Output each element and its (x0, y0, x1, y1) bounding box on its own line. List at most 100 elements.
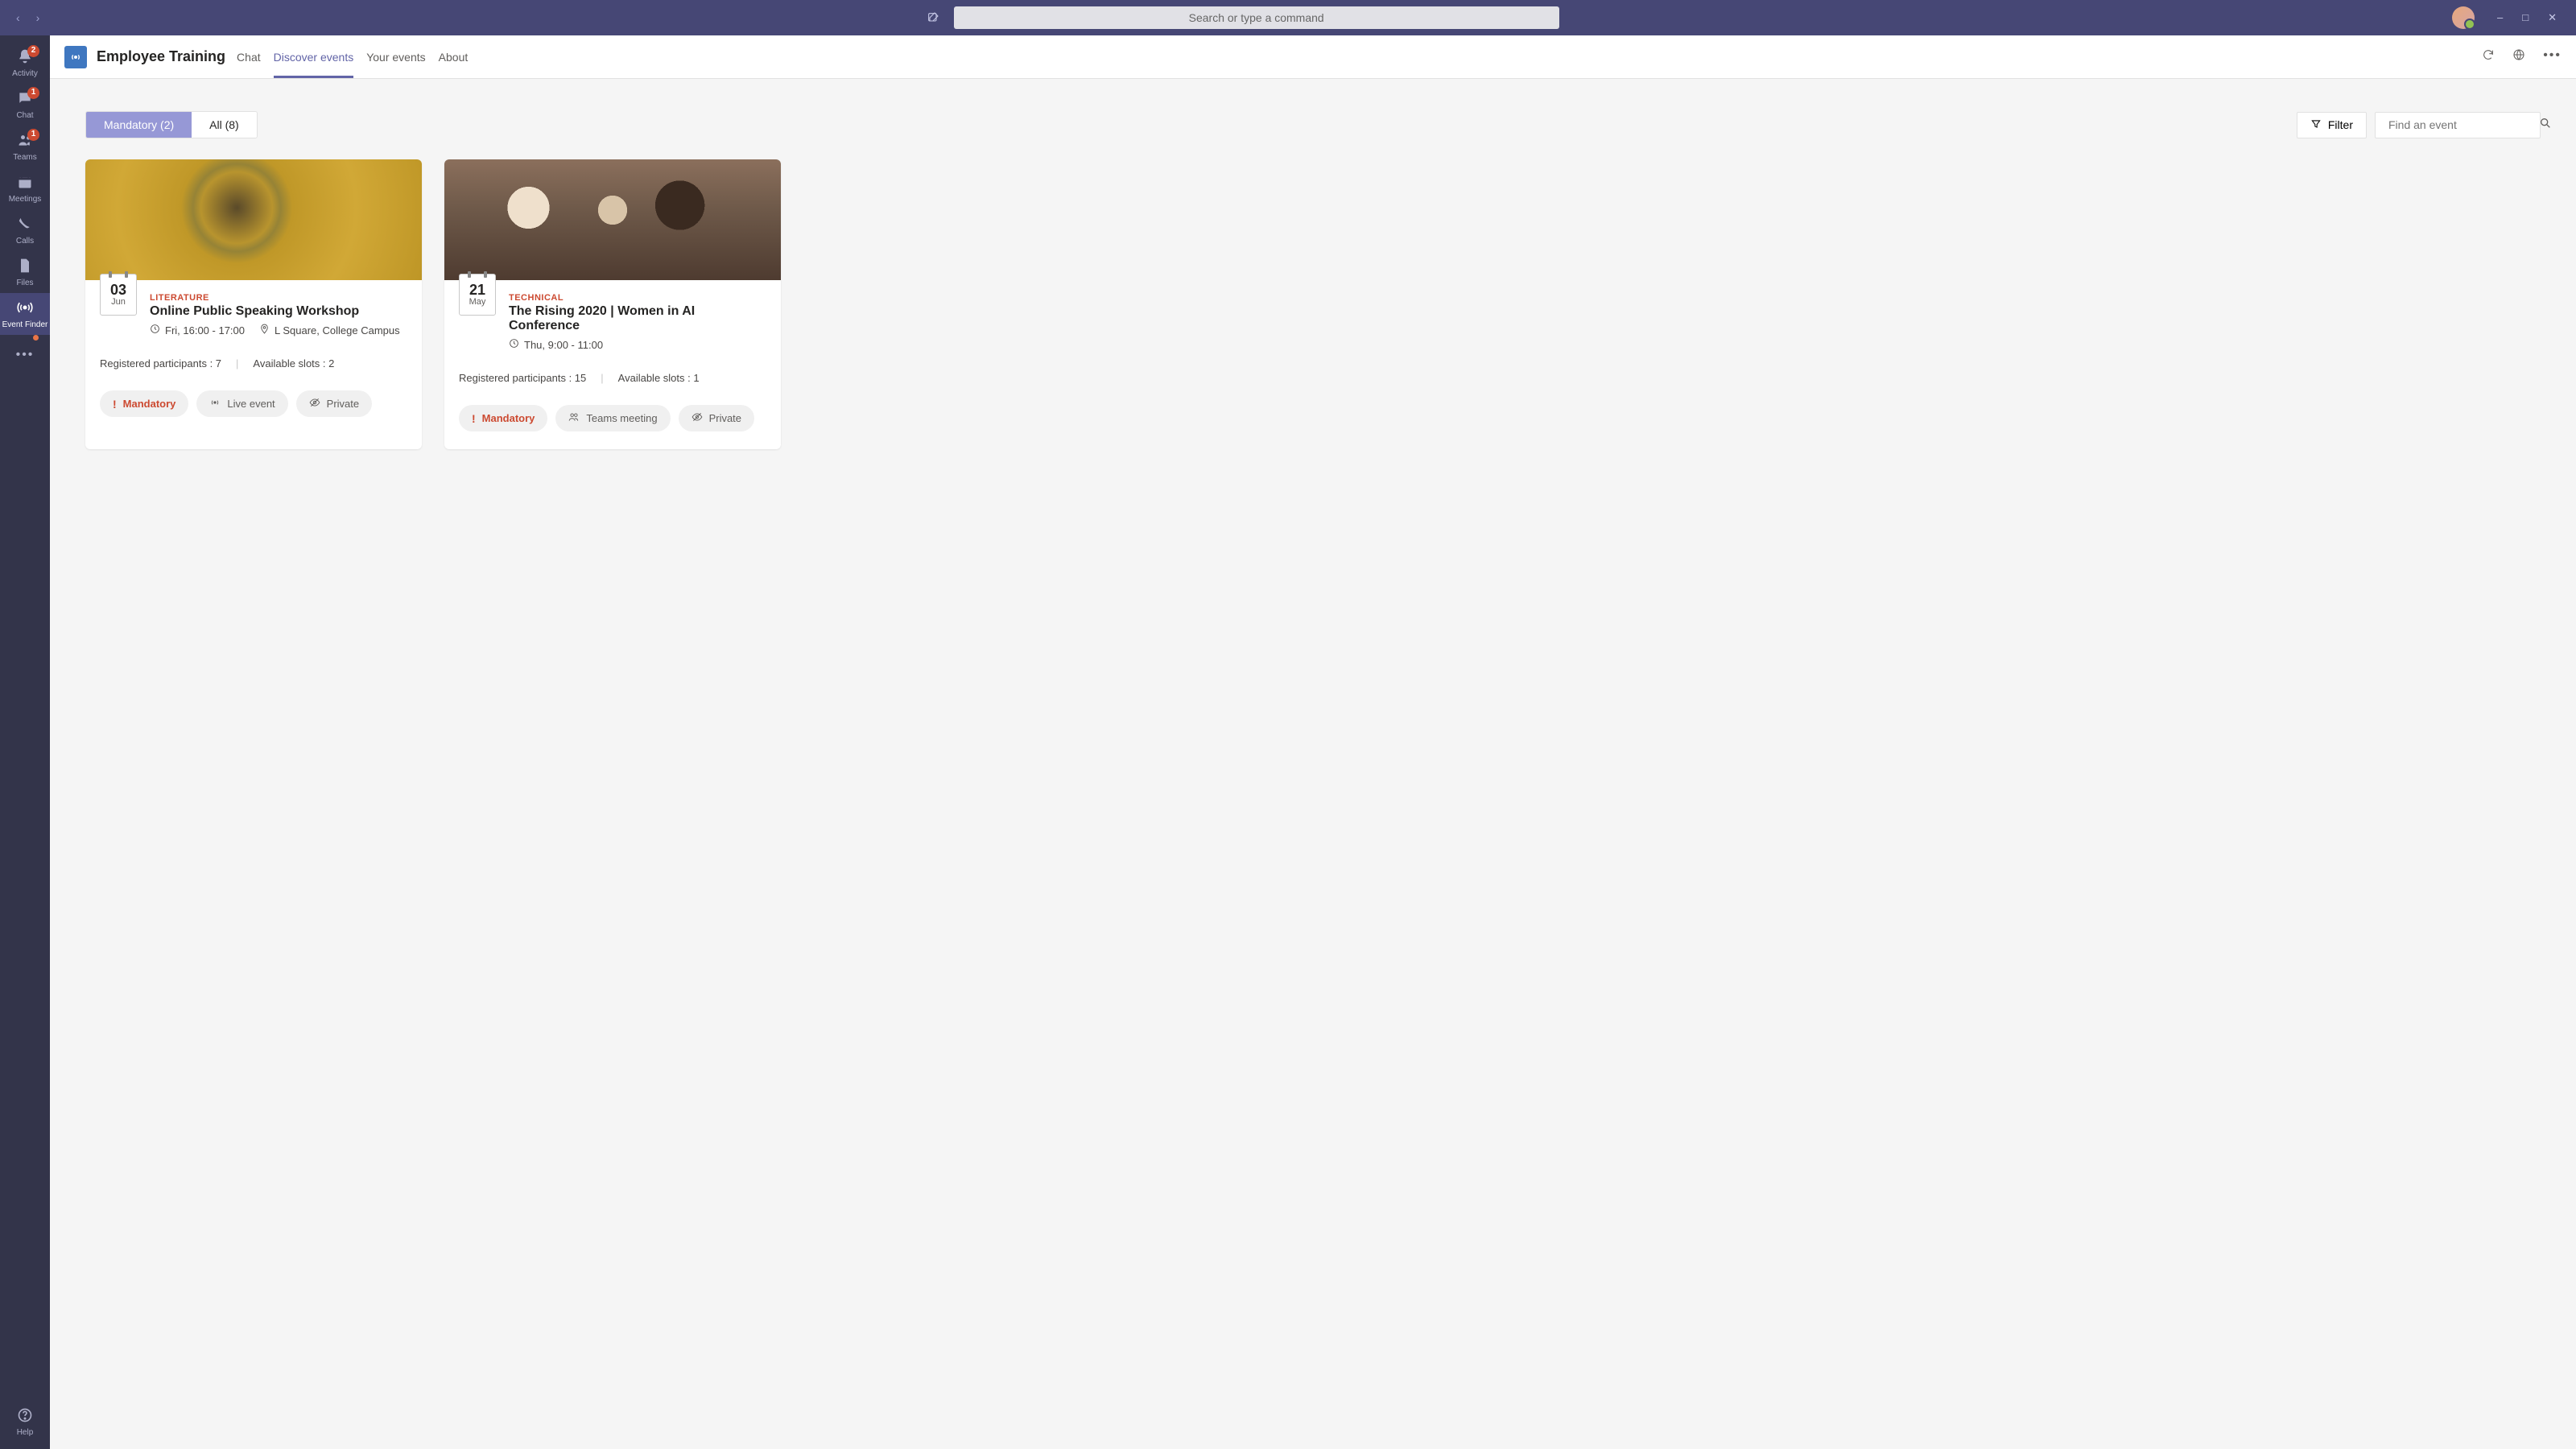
search-icon (2539, 117, 2552, 134)
event-title: The Rising 2020 | Women in AI Conference (509, 304, 766, 333)
app-icon (64, 46, 87, 68)
event-meta: Thu, 9:00 - 11:00 (509, 338, 766, 351)
exclamation-icon: ! (472, 412, 476, 425)
rail-teams[interactable]: 1 Teams (0, 126, 50, 167)
registered-count: Registered participants : 15 (459, 372, 586, 384)
rail-more[interactable]: ••• (0, 335, 50, 377)
titlebar: ‹ › Search or type a command – □ ✕ (0, 0, 2576, 35)
broadcast-icon (209, 397, 221, 411)
date-badge: 03 Jun (100, 274, 137, 316)
globe-icon[interactable] (2512, 48, 2525, 65)
controls-row: Mandatory (2) All (8) Filter (85, 111, 2541, 138)
filter-button[interactable]: Filter (2297, 112, 2367, 138)
tab-your-events[interactable]: Your events (366, 35, 425, 78)
window-controls: – □ ✕ (2484, 11, 2570, 24)
files-icon (17, 258, 33, 277)
rail-label: Chat (16, 111, 33, 120)
chat-icon: 1 (17, 90, 33, 109)
global-search-placeholder: Search or type a command (1189, 11, 1324, 24)
clock-icon (150, 324, 160, 336)
minimize-icon[interactable]: – (2497, 11, 2503, 24)
available-slots: Available slots : 1 (618, 372, 700, 384)
teams-icon: 1 (17, 132, 33, 151)
more-icon: ••• (16, 349, 35, 361)
event-cards: 03 Jun LITERATURE Online Public Speaking… (85, 159, 2541, 449)
date-month: May (469, 297, 486, 307)
segment-mandatory[interactable]: Mandatory (2) (86, 112, 192, 138)
chip-mandatory: ! Mandatory (459, 405, 547, 431)
tab-about[interactable]: About (439, 35, 469, 78)
bell-icon: 2 (17, 48, 33, 68)
rail-label: Calls (16, 237, 34, 246)
rail-label: Files (16, 279, 33, 287)
history-nav: ‹ › (6, 11, 49, 24)
more-icon[interactable]: ••• (2543, 48, 2562, 65)
event-title: Online Public Speaking Workshop (150, 304, 407, 319)
badge: 1 (27, 129, 39, 141)
calendar-icon (17, 174, 33, 193)
content: Mandatory (2) All (8) Filter (50, 79, 2576, 481)
date-badge: 21 May (459, 274, 496, 316)
event-card[interactable]: 21 May TECHNICAL The Rising 2020 | Women… (444, 159, 781, 449)
filter-label: Filter (2328, 118, 2353, 131)
user-avatar[interactable] (2452, 6, 2475, 29)
tabs: Chat Discover events Your events About (237, 35, 468, 78)
event-meta: Fri, 16:00 - 17:00 L Square, College Cam… (150, 324, 407, 336)
event-body: 03 Jun LITERATURE Online Public Speaking… (85, 280, 422, 373)
rail-label: Activity (12, 69, 38, 78)
rail-activity[interactable]: 2 Activity (0, 42, 50, 84)
exclamation-icon: ! (113, 398, 117, 411)
event-card[interactable]: 03 Jun LITERATURE Online Public Speaking… (85, 159, 422, 449)
event-category: TECHNICAL (509, 293, 766, 303)
chip-live-event: Live event (196, 390, 287, 417)
rail-files[interactable]: Files (0, 251, 50, 293)
rail-chat[interactable]: 1 Chat (0, 84, 50, 126)
rail-meetings[interactable]: Meetings (0, 167, 50, 209)
help-icon (17, 1407, 33, 1426)
rail-label: Help (17, 1428, 34, 1437)
refresh-icon[interactable] (2482, 48, 2495, 65)
available-slots: Available slots : 2 (253, 357, 334, 369)
event-stats: Registered participants : 15 | Available… (459, 372, 766, 384)
header-actions: ••• (2482, 48, 2562, 65)
clock-icon (509, 338, 519, 351)
rail-help[interactable]: Help (0, 1401, 50, 1443)
event-search[interactable] (2375, 112, 2541, 138)
rail-event-finder[interactable]: Event Finder (0, 293, 50, 335)
nav-forward-icon[interactable]: › (36, 11, 40, 24)
main-area: Employee Training Chat Discover events Y… (50, 35, 2576, 1449)
maximize-icon[interactable]: □ (2522, 11, 2529, 24)
global-search[interactable]: Search or type a command (954, 6, 1559, 29)
segment-control: Mandatory (2) All (8) (85, 111, 258, 138)
event-search-input[interactable] (2384, 113, 2539, 137)
tab-discover-events[interactable]: Discover events (274, 35, 354, 78)
date-day: 03 (110, 283, 126, 297)
nav-back-icon[interactable]: ‹ (16, 11, 20, 24)
phone-icon (17, 216, 33, 235)
controls-right: Filter (2297, 112, 2541, 138)
badge: 2 (27, 45, 39, 57)
chip-private: Private (679, 405, 754, 431)
tab-chat[interactable]: Chat (237, 35, 261, 78)
registered-count: Registered participants : 7 (100, 357, 221, 369)
app-rail: 2 Activity 1 Chat 1 Teams Meetings (0, 35, 50, 1449)
segment-all[interactable]: All (8) (192, 112, 257, 138)
event-location: L Square, College Campus (275, 324, 400, 336)
location-icon (259, 324, 270, 336)
event-hero-image (85, 159, 422, 280)
notification-dot-icon (33, 335, 39, 341)
chip-private: Private (296, 390, 372, 417)
event-body: 21 May TECHNICAL The Rising 2020 | Women… (444, 280, 781, 387)
badge: 1 (27, 87, 39, 99)
event-stats: Registered participants : 7 | Available … (100, 357, 407, 369)
close-icon[interactable]: ✕ (2548, 11, 2557, 24)
event-hero-image (444, 159, 781, 280)
people-icon (568, 411, 580, 425)
rail-label: Event Finder (2, 320, 48, 329)
rail-calls[interactable]: Calls (0, 209, 50, 251)
rail-label: Teams (13, 153, 36, 162)
app-title: Employee Training (97, 48, 225, 65)
rail-label: Meetings (9, 195, 42, 204)
compose-icon[interactable] (927, 11, 939, 24)
date-month: Jun (111, 297, 126, 307)
